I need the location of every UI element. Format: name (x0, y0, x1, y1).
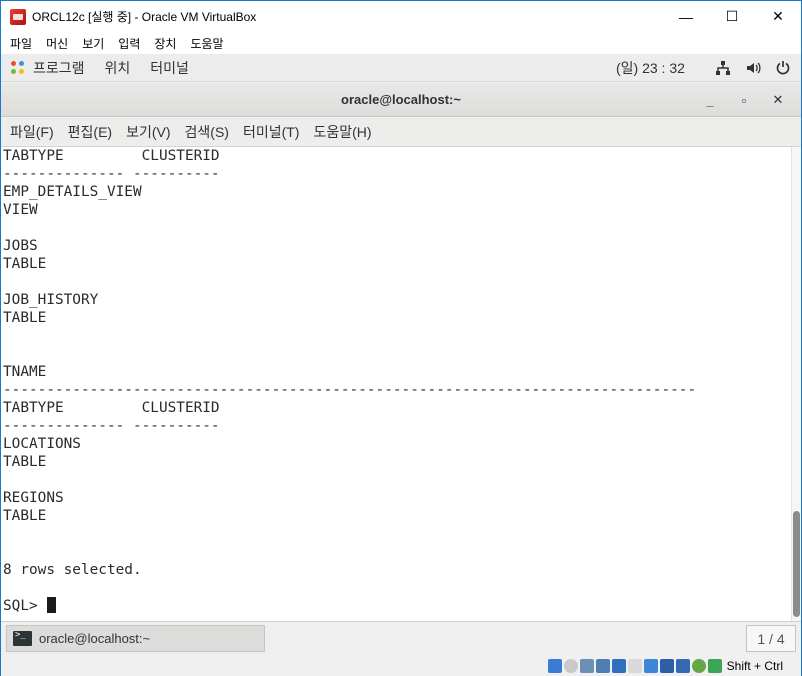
virtualbox-app-icon (10, 8, 26, 25)
terminal-line: -------------- ---------- (3, 418, 220, 434)
terminal-menu-edit[interactable]: 편집(E) (61, 122, 119, 142)
terminal-maximize-button[interactable]: ▫ (727, 93, 761, 108)
text-cursor (47, 597, 57, 613)
terminal-line: TABTYPE CLUSTERID (3, 148, 220, 164)
display-icon[interactable] (643, 658, 658, 673)
keyboard-capture-icon[interactable] (707, 658, 722, 673)
terminal-menu-terminal[interactable]: 터미널(T) (236, 122, 307, 142)
terminal-line: -------------- ---------- (3, 166, 220, 182)
workspace-indicator[interactable]: 1 / 4 (746, 625, 796, 652)
volume-icon[interactable] (745, 60, 761, 76)
terminal-line: TABLE (3, 256, 47, 272)
taskbar-item-terminal[interactable]: oracle@localhost:~ (6, 625, 265, 652)
gnome-top-bar: 프로그램 위치 터미널 (일) 23 : 32 (1, 54, 801, 82)
terminal-window-title: oracle@localhost:~ (341, 92, 461, 107)
terminal-output[interactable]: TABTYPE CLUSTERID -------------- -------… (1, 147, 791, 621)
virtualbox-status-bar: Shift + Ctrl (1, 655, 801, 676)
host-minimize-button[interactable]: — (663, 1, 709, 32)
gnome-menu-applications-label: 프로그램 (33, 59, 85, 76)
hard-disk-icon[interactable] (547, 658, 562, 673)
host-titlebar: ORCL12c [실행 중] - Oracle VM VirtualBox — … (1, 1, 801, 32)
gnome-window-list: oracle@localhost:~ 1 / 4 (1, 621, 801, 655)
terminal-line: TABLE (3, 310, 47, 326)
terminal-line: TABTYPE CLUSTERID (3, 400, 220, 416)
gnome-clock[interactable]: (일) 23 : 32 (616, 54, 685, 82)
network-adapter-icon[interactable] (595, 658, 610, 673)
host-menu-file[interactable]: 파일 (3, 35, 39, 52)
terminal-line: 8 rows selected. (3, 562, 142, 578)
host-menu-devices[interactable]: 장치 (147, 35, 183, 52)
host-menu-machine[interactable]: 머신 (39, 35, 75, 52)
host-window-title: ORCL12c [실행 중] - Oracle VM VirtualBox (32, 10, 257, 24)
terminal-line: VIEW (3, 202, 38, 218)
terminal-menu-view[interactable]: 보기(V) (119, 122, 177, 142)
mouse-integration-icon[interactable] (691, 658, 706, 673)
taskbar-item-label: oracle@localhost:~ (39, 631, 151, 646)
terminal-menu-help[interactable]: 도움말(H) (306, 122, 378, 142)
shared-folders-icon[interactable] (627, 658, 642, 673)
terminal-menubar: 파일(F) 편집(E) 보기(V) 검색(S) 터미널(T) 도움말(H) (1, 118, 801, 147)
terminal-titlebar: oracle@localhost:~ _ ▫ ✕ (1, 83, 801, 117)
terminal-scrollbar[interactable] (791, 147, 801, 621)
sql-prompt: SQL> (3, 598, 47, 614)
host-key-label: Shift + Ctrl (726, 658, 783, 673)
terminal-line: TABLE (3, 454, 47, 470)
terminal-menu-file[interactable]: 파일(F) (3, 122, 61, 142)
terminal-line: ----------------------------------------… (3, 382, 697, 398)
terminal-line: REGIONS (3, 490, 64, 506)
optical-drive-icon[interactable] (563, 658, 578, 673)
virtualization-icon[interactable] (675, 658, 690, 673)
terminal-line: TNAME (3, 364, 47, 380)
power-icon[interactable] (775, 60, 791, 76)
terminal-prompt-line[interactable]: SQL> (1, 597, 791, 615)
terminal-close-button[interactable]: ✕ (761, 92, 795, 108)
host-menubar: 파일 머신 보기 입력 장치 도움말 (1, 32, 801, 54)
gnome-menu-applications[interactable]: 프로그램 (1, 58, 95, 78)
terminal-line: EMP_DETAILS_VIEW (3, 184, 142, 200)
terminal-line: JOB_HISTORY (3, 292, 99, 308)
host-menu-input[interactable]: 입력 (111, 35, 147, 52)
terminal-icon (13, 630, 32, 646)
host-menu-help[interactable]: 도움말 (183, 35, 230, 52)
terminal-line: JOBS (3, 238, 38, 254)
gnome-menu-places[interactable]: 위치 (95, 58, 141, 78)
terminal-line: TABLE (3, 508, 47, 524)
terminal-menu-search[interactable]: 검색(S) (178, 122, 236, 142)
system-tray[interactable] (715, 54, 791, 82)
terminal-line: LOCATIONS (3, 436, 81, 452)
applications-icon (11, 60, 25, 75)
virtualbox-window: ORCL12c [실행 중] - Oracle VM VirtualBox — … (0, 0, 802, 676)
scrollbar-thumb[interactable] (793, 511, 800, 617)
audio-icon[interactable] (579, 658, 594, 673)
host-close-button[interactable]: ✕ (755, 1, 801, 32)
host-menu-view[interactable]: 보기 (75, 35, 111, 52)
usb-icon[interactable] (611, 658, 626, 673)
gnome-menu-terminal[interactable]: 터미널 (140, 58, 199, 78)
network-icon[interactable] (715, 60, 731, 76)
host-maximize-button[interactable]: ☐ (709, 1, 755, 32)
video-capture-icon[interactable] (659, 658, 674, 673)
terminal-minimize-button[interactable]: _ (693, 93, 727, 108)
